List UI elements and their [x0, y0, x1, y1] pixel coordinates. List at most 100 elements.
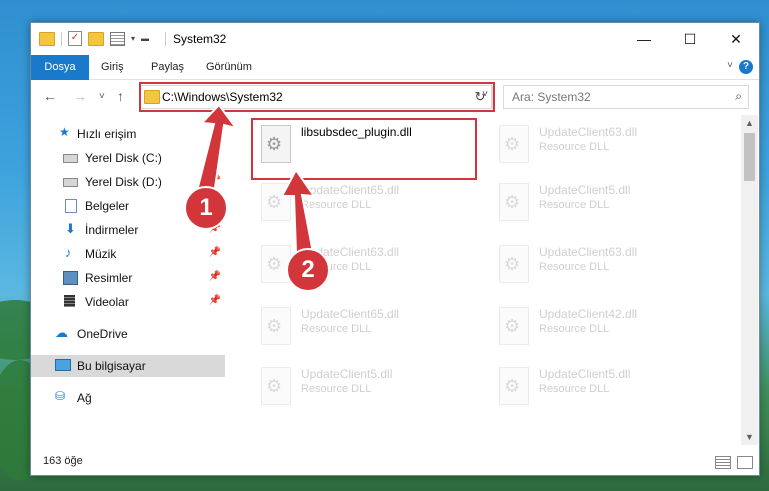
callout-number-2: 2 — [286, 248, 330, 292]
quick-access-toolbar: ✓ ▾ ▬ — [39, 31, 149, 46]
file-name: UpdateClient63.dll — [539, 245, 638, 259]
gear-icon: ⚙ — [504, 376, 521, 396]
ribbon-expand-icon[interactable]: ˅ — [727, 60, 733, 71]
address-bar-highlight — [139, 82, 495, 112]
file-item[interactable]: ⚙ UpdateClient5.dll Resource DLL — [489, 361, 719, 415]
forward-arrow-icon[interactable]: → — [73, 88, 87, 104]
file-item[interactable]: ⚙ UpdateClient65.dll Resource DLL — [251, 177, 481, 231]
vertical-scrollbar[interactable]: ▲ ▼ — [741, 115, 758, 445]
drive-icon — [63, 154, 78, 163]
file-name: UpdateClient65.dll — [301, 183, 400, 197]
sidebar-item-music[interactable]: ♪ Müzik 📌 — [31, 243, 225, 265]
file-name: UpdateClient42.dll — [539, 307, 638, 321]
maximize-button[interactable]: ☐ — [667, 23, 713, 55]
sidebar-item-label: Yerel Disk (C:) — [85, 151, 162, 165]
video-icon — [64, 295, 75, 307]
search-icon[interactable]: ⌕ — [735, 89, 742, 104]
music-icon: ♪ — [65, 245, 72, 260]
folder-icon[interactable] — [39, 31, 55, 46]
sidebar-item-videos[interactable]: Videolar 📌 — [31, 291, 225, 313]
tab-home[interactable]: Giriş — [101, 55, 124, 79]
gear-icon: ⚙ — [266, 192, 283, 212]
gear-icon: ⚙ — [266, 316, 283, 336]
sidebar-item-label: Videolar — [85, 295, 129, 309]
sidebar-item-label: Müzik — [85, 247, 117, 261]
scroll-down-icon[interactable]: ▼ — [741, 429, 758, 445]
ribbon: Dosya Giriş Paylaş Görünüm ˅ ? — [31, 55, 759, 109]
file-name: UpdateClient65.dll — [301, 307, 400, 321]
dll-file-icon: ⚙ — [261, 183, 291, 221]
file-item[interactable]: ⚙ UpdateClient63.dll Resource DLL — [489, 239, 719, 293]
divider — [61, 31, 62, 46]
sidebar-item-pictures[interactable]: Resimler 📌 — [31, 267, 225, 289]
sidebar-item-label: Belgeler — [85, 199, 130, 213]
close-icon: ✕ — [730, 31, 742, 47]
up-arrow-icon[interactable]: ↑ — [117, 88, 124, 104]
pin-icon[interactable]: 📌 — [209, 295, 221, 306]
tab-share[interactable]: Paylaş — [151, 55, 184, 79]
sidebar-item-label: Ağ — [77, 391, 92, 405]
explorer-window: ✓ ▾ ▬ System32 — ☐ ✕ Dosya Giriş Paylaş … — [30, 22, 760, 476]
sidebar-item-this-pc[interactable]: Bu bilgisayar — [31, 355, 225, 377]
sidebar-item-onedrive[interactable]: ☁ OneDrive — [31, 323, 225, 345]
file-type: Resource DLL — [301, 323, 372, 335]
sidebar-item-label: Yerel Disk (D:) — [85, 175, 162, 189]
recent-locations-chevron-icon[interactable]: ˅ — [99, 91, 105, 102]
file-item[interactable]: ⚙ UpdateClient5.dll Resource DLL — [489, 177, 719, 231]
file-item[interactable]: ⚙ UpdateClient42.dll Resource DLL — [489, 301, 719, 355]
file-highlight — [251, 118, 477, 180]
close-button[interactable]: ✕ — [713, 23, 759, 55]
pin-icon[interactable]: 📌 — [209, 247, 221, 258]
search-box[interactable]: Ara: System32 ⌕ — [503, 85, 749, 109]
details-view-icon[interactable] — [715, 456, 731, 469]
file-name: UpdateClient5.dll — [539, 183, 631, 197]
large-icons-view-icon[interactable] — [737, 456, 753, 469]
file-type: Resource DLL — [539, 199, 610, 211]
help-icon[interactable]: ? — [739, 60, 753, 74]
file-type: Resource DLL — [301, 383, 372, 395]
file-item[interactable]: ⚙ UpdateClient63.dll Resource DLL — [489, 119, 719, 173]
sidebar-item-quick-access[interactable]: ★ Hızlı erişim — [31, 123, 225, 145]
chevron-down-icon[interactable]: ▾ — [131, 34, 135, 43]
properties-icon[interactable] — [110, 31, 125, 46]
gear-icon: ⚙ — [504, 316, 521, 336]
file-type: Resource DLL — [539, 323, 610, 335]
file-type: Resource DLL — [301, 199, 372, 211]
title-bar: ✓ ▾ ▬ System32 — ☐ ✕ — [31, 23, 759, 55]
sidebar-item-label: Hızlı erişim — [77, 127, 137, 141]
file-item[interactable]: ⚙ UpdateClient5.dll Resource DLL — [251, 361, 481, 415]
computer-icon — [55, 359, 71, 371]
properties-check-icon[interactable]: ✓ — [68, 31, 82, 46]
dll-file-icon: ⚙ — [499, 125, 529, 163]
dll-file-icon: ⚙ — [499, 367, 529, 405]
back-arrow-icon[interactable]: ← — [43, 88, 57, 104]
new-folder-icon[interactable] — [88, 31, 104, 46]
drive-icon — [63, 178, 78, 187]
scroll-up-icon[interactable]: ▲ — [741, 115, 758, 131]
dll-file-icon: ⚙ — [261, 367, 291, 405]
customize-toolbar-icon[interactable]: ▬ — [141, 34, 149, 43]
file-item[interactable]: ⚙ UpdateClient65.dll Resource DLL — [251, 301, 481, 355]
gear-icon: ⚙ — [266, 376, 283, 396]
pin-icon[interactable]: 📌 — [209, 271, 221, 282]
sidebar-item-label: İndirmeler — [85, 223, 139, 237]
pin-icon[interactable]: 📌 — [209, 175, 221, 186]
download-icon: ⬇ — [65, 221, 76, 236]
file-type: Resource DLL — [539, 383, 610, 395]
pin-icon[interactable]: 📌 — [209, 151, 221, 162]
gear-icon: ⚙ — [504, 192, 521, 212]
maximize-icon: ☐ — [683, 31, 697, 47]
sidebar-item-label: Resimler — [85, 271, 133, 285]
dll-file-icon: ⚙ — [261, 307, 291, 345]
sidebar-item-label: Bu bilgisayar — [77, 359, 146, 373]
sidebar-item-drive-c[interactable]: Yerel Disk (C:) 📌 — [31, 147, 225, 169]
scroll-thumb[interactable] — [744, 133, 755, 181]
search-input[interactable]: Ara: System32 — [512, 90, 591, 104]
dll-file-icon: ⚙ — [499, 245, 529, 283]
file-type: Resource DLL — [539, 141, 610, 153]
sidebar-item-network[interactable]: ⛁ Ağ — [31, 387, 225, 409]
tab-view[interactable]: Görünüm — [206, 55, 252, 79]
minimize-icon: — — [637, 31, 651, 47]
star-icon: ★ — [59, 125, 70, 139]
minimize-button[interactable]: — — [621, 23, 667, 55]
